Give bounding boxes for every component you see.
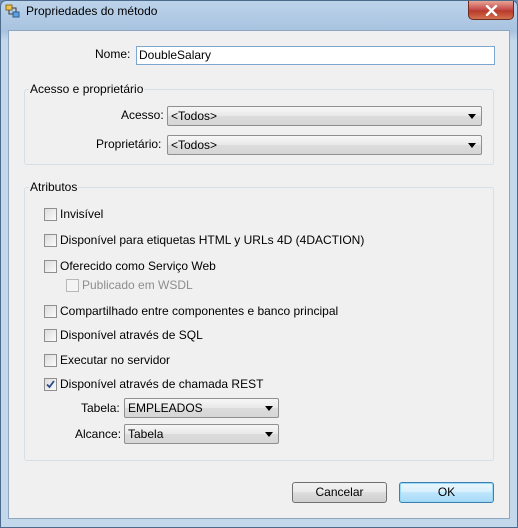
owner-select-value: <Todos> <box>171 138 218 152</box>
dialog-window: Propriedades do método Nome: DoubleSalar… <box>0 0 518 528</box>
html-tags-checkbox[interactable] <box>44 234 57 247</box>
checkmark-icon <box>46 380 55 389</box>
ok-button[interactable]: OK <box>399 482 494 503</box>
attributes-group-title: Atributos <box>29 180 79 194</box>
dropdown-arrow-icon <box>468 143 476 148</box>
sql-label: Disponível através de SQL <box>60 328 203 342</box>
title-bar[interactable]: Propriedades do método <box>1 1 517 23</box>
rest-checkbox[interactable] <box>44 378 57 391</box>
method-properties-icon <box>5 4 20 18</box>
table-select[interactable]: EMPLEADOS <box>124 398 279 418</box>
dialog-content: Nome: DoubleSalary Acesso e proprietário… <box>8 30 510 519</box>
wsdl-checkbox <box>66 279 79 292</box>
scope-label: Alcance: <box>75 427 122 441</box>
name-label: Nome: <box>95 47 131 61</box>
web-service-checkbox[interactable] <box>44 260 57 273</box>
dropdown-arrow-icon <box>468 114 476 119</box>
dropdown-arrow-icon <box>265 432 273 437</box>
server-checkbox[interactable] <box>44 354 57 367</box>
access-label: Acesso: <box>121 108 164 122</box>
wsdl-label: Publicado em WSDL <box>82 278 193 292</box>
table-select-value: EMPLEADOS <box>128 401 203 415</box>
table-label: Tabela: <box>81 401 120 415</box>
dropdown-arrow-icon <box>265 406 273 411</box>
shared-label: Compartilhado entre componentes e banco … <box>60 304 339 318</box>
sql-checkbox[interactable] <box>44 329 57 342</box>
invisible-label: Invisível <box>60 207 104 221</box>
scope-select-value: Tabela <box>128 427 164 441</box>
shared-checkbox[interactable] <box>44 305 57 318</box>
close-button[interactable] <box>468 1 514 20</box>
web-service-label: Oferecido como Serviço Web <box>60 259 216 273</box>
access-owner-group-title: Acesso e proprietário <box>29 82 145 96</box>
cancel-button[interactable]: Cancelar <box>292 482 387 503</box>
owner-select[interactable]: <Todos> <box>167 135 482 155</box>
window-title: Propriedades do método <box>26 4 158 18</box>
scope-select[interactable]: Tabela <box>124 424 279 444</box>
attributes-group <box>24 187 494 461</box>
server-label: Executar no servidor <box>60 353 171 367</box>
access-select[interactable]: <Todos> <box>167 106 482 126</box>
owner-label: Proprietário: <box>96 137 162 151</box>
invisible-checkbox[interactable] <box>44 208 57 221</box>
rest-label: Disponível através de chamada REST <box>60 377 264 391</box>
name-input[interactable]: DoubleSalary <box>136 46 495 65</box>
html-tags-label: Disponível para etiquetas HTML y URLs 4D… <box>60 233 365 247</box>
close-icon <box>485 5 498 16</box>
access-select-value: <Todos> <box>171 109 218 123</box>
